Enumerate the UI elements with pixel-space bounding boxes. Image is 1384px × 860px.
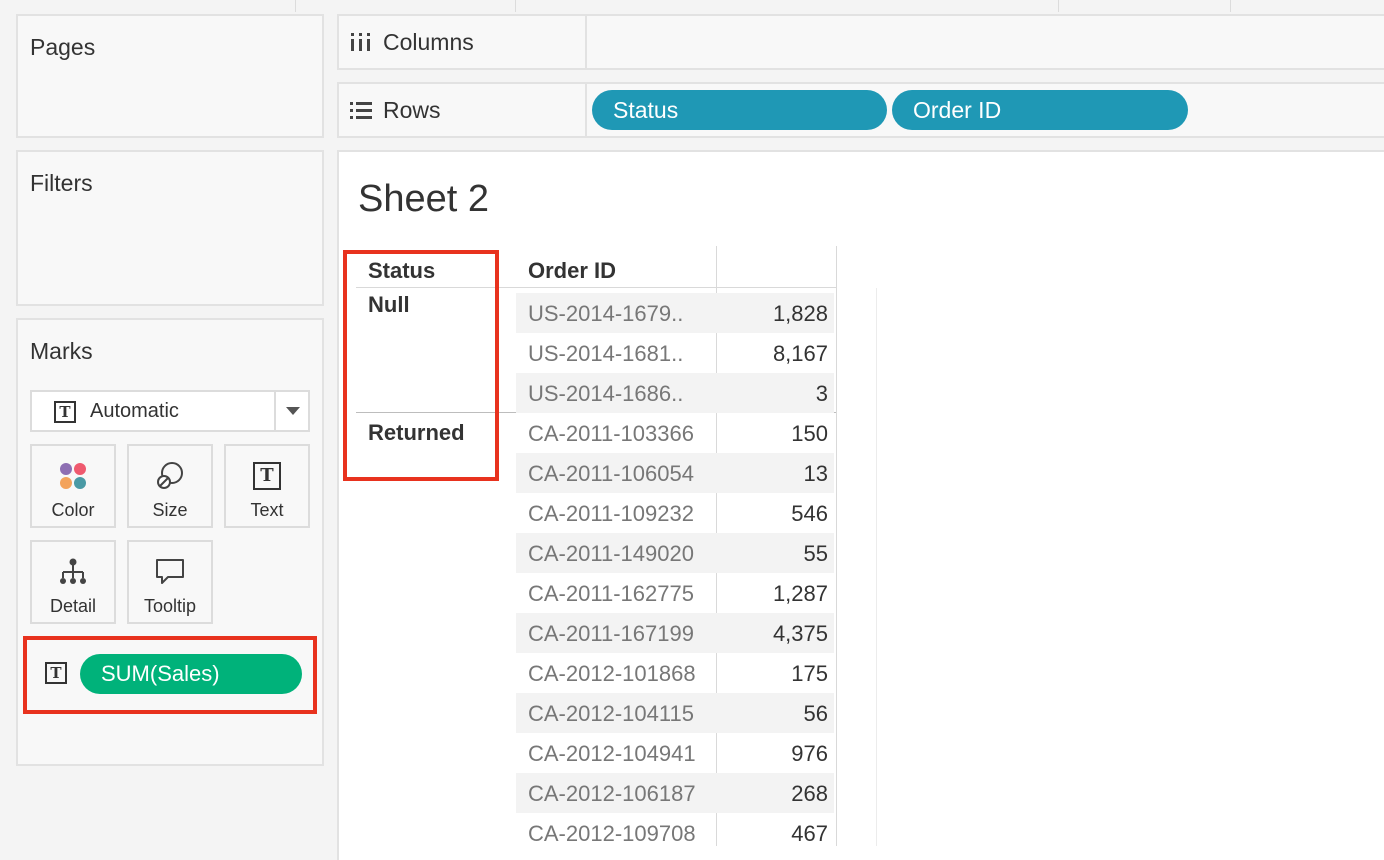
- order-id-cell: US-2014-1681..: [528, 341, 684, 366]
- highlight-box-status: [343, 250, 499, 481]
- detail-button-label: Detail: [49, 596, 97, 616]
- sales-cell: 1,287: [772, 581, 828, 606]
- order-id-cell: CA-2012-104115: [528, 701, 694, 726]
- color-button-label: Color: [51, 500, 95, 520]
- sales-cell: 56: [803, 701, 828, 726]
- sales-cell: 467: [791, 821, 828, 846]
- size-circles-icon: [154, 460, 186, 492]
- chevron-down-icon[interactable]: [286, 407, 300, 415]
- sales-cell: 4,375: [772, 621, 828, 646]
- table-row[interactable]: US-2014-1679.. 1,828: [516, 293, 834, 333]
- highlight-box-sum-sales: [23, 636, 317, 714]
- sales-cell: 150: [791, 421, 828, 446]
- columns-shelf[interactable]: Columns: [337, 14, 1384, 70]
- columns-label: Columns: [383, 28, 474, 55]
- order-id-cell: US-2014-1679..: [528, 301, 684, 326]
- table-row[interactable]: CA-2011-162775 1,287: [516, 573, 834, 613]
- order-id-cell: CA-2011-103366: [528, 421, 694, 446]
- mark-type-label: Automatic: [90, 400, 179, 422]
- sales-cell: 55: [803, 541, 828, 566]
- sales-cell: 1,828: [772, 301, 828, 326]
- detail-button[interactable]: Detail: [30, 540, 116, 624]
- order-id-cell: CA-2011-162775: [528, 581, 694, 606]
- table-row[interactable]: CA-2012-101868 175: [516, 653, 834, 693]
- table-row[interactable]: CA-2012-104941 976: [516, 733, 834, 773]
- speech-bubble-icon: [154, 556, 186, 588]
- sales-cell: 976: [791, 741, 828, 766]
- order-id-pill[interactable]: Order ID: [892, 90, 1188, 130]
- order-id-header[interactable]: Order ID: [528, 258, 616, 284]
- sales-cell: 175: [791, 661, 828, 686]
- sheet-title: Sheet 2: [358, 178, 489, 220]
- sales-cell: 3: [815, 381, 828, 406]
- order-id-cell: CA-2011-167199: [528, 621, 694, 646]
- order-id-cell: US-2014-1686..: [528, 381, 684, 406]
- order-id-cell: CA-2011-109232: [528, 501, 694, 526]
- pages-title: Pages: [30, 34, 96, 60]
- table-row[interactable]: CA-2011-167199 4,375: [516, 613, 834, 653]
- table-row[interactable]: CA-2012-109708 467: [516, 813, 834, 846]
- table-row[interactable]: CA-2011-109232 546: [516, 493, 834, 533]
- color-button[interactable]: Color: [30, 444, 116, 528]
- table-row[interactable]: CA-2012-106187 268: [516, 773, 834, 813]
- columns-shelf-divider: [585, 16, 587, 68]
- text-box-icon: T: [253, 460, 281, 492]
- sales-cell: 8,167: [772, 341, 828, 366]
- order-id-cell: CA-2011-106054: [528, 461, 694, 486]
- rows-icon: [350, 102, 372, 119]
- dropdown-separator: [274, 392, 276, 430]
- rows-label: Rows: [383, 96, 441, 123]
- rows-shelf-label: Rows: [349, 84, 441, 136]
- order-id-cell: CA-2012-106187: [528, 781, 696, 806]
- size-button-label: Size: [152, 500, 188, 520]
- sales-cell: 546: [791, 501, 828, 526]
- sales-cell: 13: [803, 461, 828, 486]
- table-row[interactable]: US-2014-1686.. 3: [516, 373, 834, 413]
- table-row[interactable]: CA-2011-149020 55: [516, 533, 834, 573]
- tooltip-button[interactable]: Tooltip: [127, 540, 213, 624]
- grid-line: [836, 246, 837, 846]
- filters-title: Filters: [30, 170, 93, 196]
- rows-shelf-divider: [585, 84, 587, 136]
- order-id-cell: CA-2012-101868: [528, 661, 696, 686]
- grid-line: [876, 288, 877, 846]
- text-mark-icon: T: [54, 401, 76, 423]
- filters-card[interactable]: Filters: [16, 150, 324, 306]
- columns-icon: [351, 33, 370, 51]
- color-dots-icon: [57, 460, 89, 492]
- tooltip-button-label: Tooltip: [143, 596, 197, 616]
- table-row[interactable]: CA-2012-104115 56: [516, 693, 834, 733]
- mark-type-dropdown[interactable]: T Automatic: [30, 390, 310, 432]
- sales-cell: 268: [791, 781, 828, 806]
- size-button[interactable]: Size: [127, 444, 213, 528]
- marks-title: Marks: [30, 338, 93, 364]
- detail-tree-icon: [57, 556, 89, 588]
- pages-card[interactable]: Pages: [16, 14, 324, 138]
- table-row[interactable]: US-2014-1681.. 8,167: [516, 333, 834, 373]
- order-id-cell: CA-2011-149020: [528, 541, 694, 566]
- text-button[interactable]: T Text: [224, 444, 310, 528]
- status-pill[interactable]: Status: [592, 90, 887, 130]
- order-id-cell: CA-2012-109708: [528, 821, 696, 846]
- top-toolbar-strip: [0, 0, 1384, 12]
- table-row[interactable]: CA-2011-103366 150: [516, 413, 834, 453]
- order-id-cell: CA-2012-104941: [528, 741, 696, 766]
- columns-shelf-label: Columns: [349, 16, 474, 68]
- text-button-label: Text: [250, 500, 284, 520]
- table-row[interactable]: CA-2011-106054 13: [516, 453, 834, 493]
